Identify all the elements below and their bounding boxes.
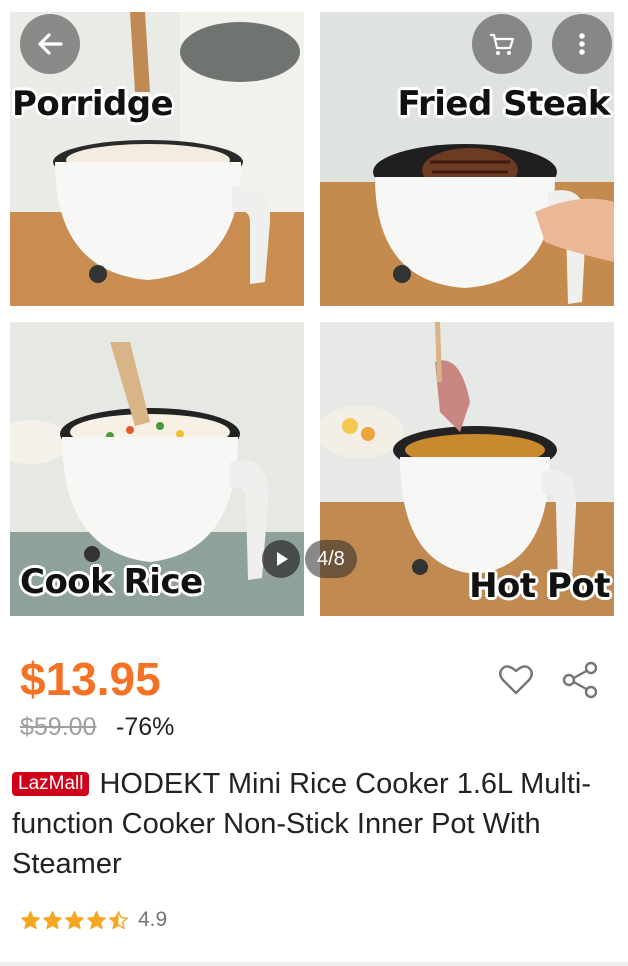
original-price: $59.00 xyxy=(20,713,97,741)
share-icon xyxy=(562,661,598,699)
more-options-button[interactable] xyxy=(552,14,612,74)
star-icon xyxy=(87,910,106,929)
discount-percent: -76% xyxy=(116,713,175,741)
caption-porridge: Porridge xyxy=(12,84,174,124)
cart-button[interactable] xyxy=(472,14,532,74)
product-image-gallery[interactable]: Porridge Fried Steak Cook Rice Hot Pot 4… xyxy=(0,0,628,630)
star-icon xyxy=(21,910,40,929)
lazmall-badge: LazMall xyxy=(12,772,90,796)
section-divider xyxy=(0,962,628,966)
image-counter: 4/8 xyxy=(305,540,357,578)
heart-icon xyxy=(499,665,533,695)
cart-icon xyxy=(490,33,515,55)
star-icon xyxy=(43,910,62,929)
star-icon xyxy=(109,910,128,929)
gallery-image-cook-rice[interactable]: Cook Rice xyxy=(10,322,304,616)
product-rating[interactable]: 4.9 xyxy=(20,908,167,932)
back-arrow-icon xyxy=(38,33,63,55)
caption-cook-rice: Cook Rice xyxy=(20,562,203,602)
product-title: HODEKT Mini Rice Cooker 1.6L Multi-funct… xyxy=(12,768,592,880)
play-video-button[interactable] xyxy=(262,540,300,578)
product-title-block: LazMall HODEKT Mini Rice Cooker 1.6L Mult… xyxy=(12,764,616,884)
favorite-button[interactable] xyxy=(497,660,535,698)
star-rating xyxy=(20,910,130,931)
share-button[interactable] xyxy=(560,660,600,700)
back-button[interactable] xyxy=(20,14,80,74)
play-icon xyxy=(277,552,288,566)
caption-fried-steak: Fried Steak xyxy=(397,84,610,124)
gallery-image-hot-pot[interactable]: Hot Pot xyxy=(320,322,614,616)
more-vertical-icon xyxy=(579,33,585,55)
rating-value: 4.9 xyxy=(138,908,168,931)
product-price: $13.95 xyxy=(20,653,161,705)
caption-hot-pot: Hot Pot xyxy=(469,566,610,606)
star-icon xyxy=(65,910,84,929)
